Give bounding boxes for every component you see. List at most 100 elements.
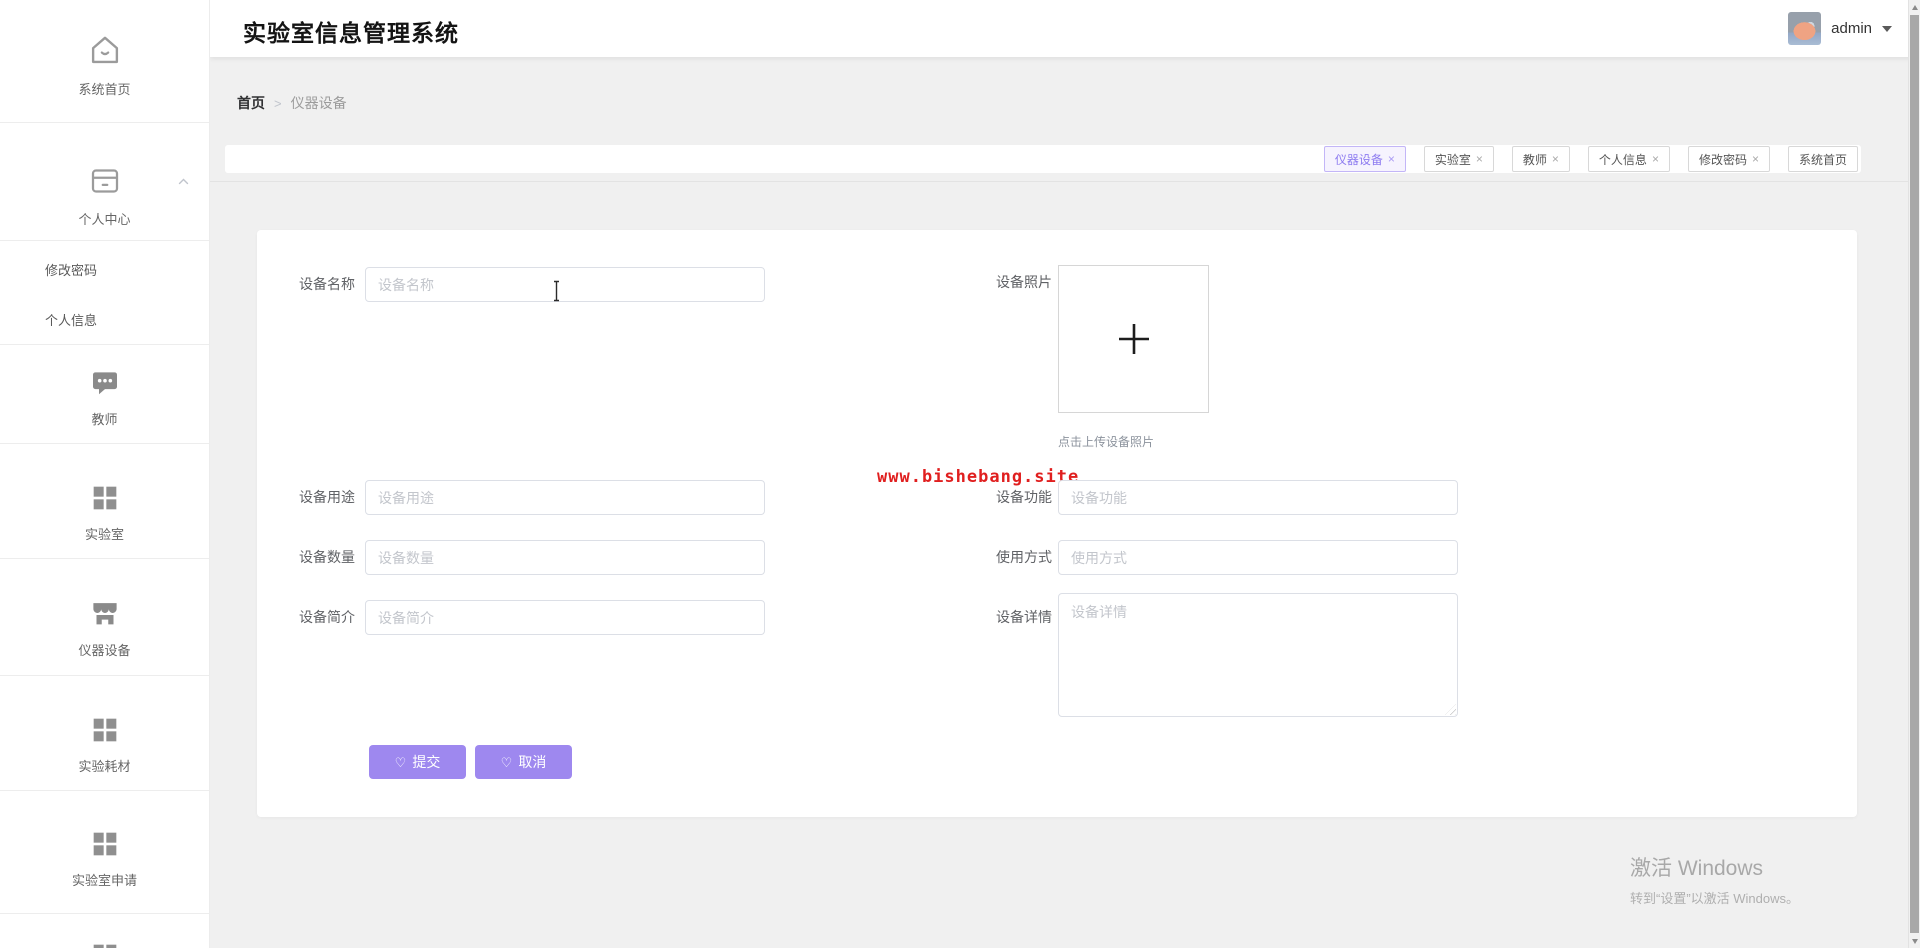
tab-laboratory[interactable]: 实验室 ×: [1423, 146, 1494, 172]
device-name-input[interactable]: [365, 267, 765, 302]
device-name-label: 设备名称: [299, 276, 355, 292]
shop-icon: [92, 603, 117, 625]
device-photo-label: 设备照片: [996, 274, 1052, 290]
tab-label: 实验室: [1434, 152, 1471, 167]
card-icon: [91, 169, 118, 193]
usage-method-label: 使用方式: [996, 549, 1052, 565]
user-name: admin: [1831, 20, 1872, 37]
tab-home[interactable]: 系统首页: [1787, 146, 1858, 172]
tab-label: 个人信息: [1598, 152, 1647, 167]
arrow-down-icon: [1911, 938, 1918, 944]
device-detail-textarea[interactable]: [1058, 593, 1458, 717]
device-function-label: 设备功能: [996, 489, 1052, 505]
usage-method-input[interactable]: [1058, 540, 1458, 575]
sidebar-item-personal-info[interactable]: 个人信息: [45, 310, 97, 329]
divider: [0, 675, 209, 676]
sidebar-item-label: 系统首页: [78, 82, 131, 97]
text-cursor: [554, 280, 559, 302]
tab-personal-info[interactable]: 个人信息 ×: [1587, 146, 1670, 172]
heart-icon: ♡: [394, 754, 407, 770]
page-title: 实验室信息管理系统: [243, 20, 459, 46]
sidebar-item-consumables[interactable]: 实验耗材: [0, 714, 209, 775]
device-intro-label: 设备简介: [299, 609, 355, 625]
avatar: [1788, 12, 1822, 45]
chat-icon: [92, 372, 117, 395]
submit-button[interactable]: ♡ 提交: [369, 745, 466, 779]
tab-label: 教师: [1522, 152, 1547, 167]
close-icon[interactable]: ×: [1476, 153, 1483, 165]
sidebar-item-label: 个人中心: [78, 212, 131, 227]
close-icon[interactable]: ×: [1652, 153, 1659, 165]
scroll-down-arrow[interactable]: [1909, 934, 1920, 948]
device-function-input[interactable]: [1058, 480, 1458, 515]
breadcrumb: 首页 > 仪器设备: [237, 93, 347, 113]
divider: [0, 240, 209, 241]
grid-icon: [93, 832, 116, 856]
sidebar-item-teacher[interactable]: 教师: [0, 367, 209, 428]
device-intro-input[interactable]: [365, 600, 765, 635]
sidebar-item-label: 实验耗材: [78, 759, 131, 774]
tab-change-password[interactable]: 修改密码 ×: [1687, 146, 1770, 172]
sidebar-item-label: 实验室: [84, 527, 124, 542]
cancel-button[interactable]: ♡ 取消: [475, 745, 572, 779]
divider: [0, 558, 209, 559]
tab-equipment[interactable]: 仪器设备 ×: [1323, 146, 1406, 172]
main-content: 首页 > 仪器设备 仪器设备 × 实验室 × 教师 × 个人信息 × 修改密码 …: [210, 57, 1920, 948]
caret-down-icon: [1882, 25, 1892, 32]
sidebar-item-personal-center[interactable]: 个人中心: [0, 163, 209, 228]
windows-activation-subtitle: 转到“设置”以激活 Windows。: [1630, 891, 1800, 906]
sidebar-item-partial[interactable]: [0, 940, 209, 948]
sidebar-item-change-password[interactable]: 修改密码: [45, 260, 97, 279]
user-menu[interactable]: admin: [1788, 12, 1892, 45]
submit-label: 提交: [412, 754, 441, 770]
divider: [0, 122, 209, 123]
sidebar-item-label: 教师: [91, 412, 118, 427]
sidebar-item-lab-application[interactable]: 实验室申请: [0, 828, 209, 889]
tab-label: 修改密码: [1698, 152, 1747, 167]
tab-label: 系统首页: [1798, 152, 1847, 167]
grid-icon: [93, 718, 116, 742]
sidebar-item-laboratory[interactable]: 实验室: [0, 482, 209, 543]
device-usage-label: 设备用途: [299, 489, 355, 505]
heart-icon: ♡: [500, 754, 513, 770]
device-detail-label: 设备详情: [996, 609, 1052, 625]
home-icon: [91, 36, 118, 64]
sidebar: 系统首页 个人中心 修改密码 个人信息 教师 实验室 仪器设备 实验耗材 实验室…: [0, 0, 210, 948]
device-usage-input[interactable]: [365, 480, 765, 515]
sidebar-item-label: 实验室申请: [71, 873, 137, 888]
device-quantity-input[interactable]: [365, 540, 765, 575]
divider: [0, 443, 209, 444]
windows-activation-title: 激活 Windows: [1630, 857, 1764, 880]
breadcrumb-home[interactable]: 首页: [237, 93, 265, 113]
divider: [210, 181, 1920, 182]
scroll-up-arrow[interactable]: [1909, 0, 1920, 14]
cancel-label: 取消: [518, 754, 547, 770]
close-icon[interactable]: ×: [1752, 153, 1759, 165]
tab-teacher[interactable]: 教师 ×: [1511, 146, 1570, 172]
close-icon[interactable]: ×: [1388, 153, 1395, 165]
scrollbar-thumb[interactable]: [1910, 15, 1919, 933]
tab-label: 仪器设备: [1334, 152, 1383, 167]
sidebar-item-label: 仪器设备: [78, 643, 131, 658]
breadcrumb-separator: >: [274, 95, 282, 111]
breadcrumb-current: 仪器设备: [290, 95, 347, 111]
tab-bar: 仪器设备 × 实验室 × 教师 × 个人信息 × 修改密码 × 系统首页: [225, 145, 1861, 173]
upload-hint: 点击上传设备照片: [1058, 435, 1155, 449]
windows-activation-watermark: 激活 Windows 转到“设置”以激活 Windows。: [1630, 852, 1799, 907]
photo-upload-box[interactable]: [1058, 265, 1209, 413]
grid-icon: [93, 486, 116, 510]
divider: [0, 344, 209, 345]
vertical-scrollbar[interactable]: [1908, 0, 1920, 948]
divider: [0, 913, 209, 914]
arrow-up-icon: [1911, 4, 1918, 10]
device-form-card: 设备名称 设备照片 点击上传设备照片 www.bishebang.site 设备…: [257, 230, 1857, 817]
chevron-up-icon: [178, 178, 189, 185]
sidebar-item-equipment[interactable]: 仪器设备: [0, 596, 209, 659]
device-quantity-label: 设备数量: [299, 549, 355, 565]
divider: [0, 790, 209, 791]
close-icon[interactable]: ×: [1552, 153, 1559, 165]
plus-icon: [1118, 324, 1149, 354]
grid-icon: [93, 944, 116, 948]
header: 实验室信息管理系统 admin: [210, 0, 1920, 57]
sidebar-item-home[interactable]: 系统首页: [0, 31, 209, 98]
